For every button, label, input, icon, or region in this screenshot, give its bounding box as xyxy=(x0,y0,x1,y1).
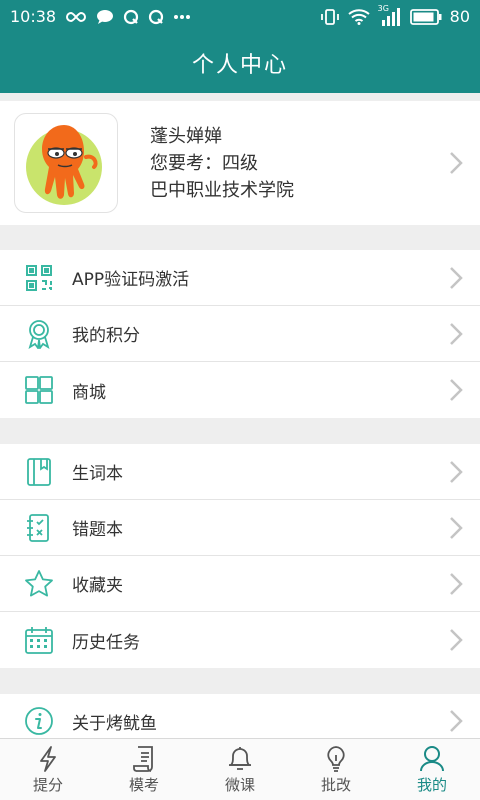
user-name: 蓬头婵婵 xyxy=(150,125,222,147)
school-name: 巴中职业技术学院 xyxy=(150,179,294,201)
menu-item-about[interactable]: 关于烤鱿鱼 xyxy=(0,694,480,738)
notebook-icon xyxy=(24,457,54,487)
qr-code-icon xyxy=(24,263,54,293)
status-time: 10:38 xyxy=(10,7,57,26)
status-bar: 10:38 3G 80 xyxy=(0,0,480,33)
chevron-right-icon xyxy=(446,266,466,290)
menu-item-label: 我的积分 xyxy=(72,326,140,346)
chevron-right-icon xyxy=(446,460,466,484)
profile-card[interactable]: 蓬头婵婵 您要考：四级 巴中职业技术学院 xyxy=(0,101,480,225)
lightning-icon xyxy=(36,744,60,774)
menu-item-store[interactable]: 商城 xyxy=(0,362,480,418)
menu-item-vocabulary-book[interactable]: 生词本 xyxy=(0,444,480,500)
q-app-icon xyxy=(148,9,164,25)
infinity-icon xyxy=(65,11,87,23)
tab-correction[interactable]: 批改 xyxy=(288,739,384,800)
calendar-icon xyxy=(24,625,54,655)
chevron-right-icon xyxy=(446,378,466,402)
wifi-icon xyxy=(348,8,370,25)
bell-icon xyxy=(227,744,253,774)
q-app-icon xyxy=(123,9,139,25)
tab-micro-lesson[interactable]: 微课 xyxy=(192,739,288,800)
menu-item-label: APP验证码激活 xyxy=(72,270,190,290)
menu-item-app-activation[interactable]: APP验证码激活 xyxy=(0,250,480,306)
grid-icon xyxy=(24,375,54,405)
error-book-icon xyxy=(24,513,54,543)
battery-icon xyxy=(409,8,442,25)
tab-label: 微课 xyxy=(224,776,255,794)
lightbulb-icon xyxy=(325,744,347,774)
menu-group-study: 生词本 错题本 收藏夹 历史任务 xyxy=(0,444,480,668)
scroll-icon xyxy=(132,744,156,774)
tab-mock-exam[interactable]: 模考 xyxy=(96,739,192,800)
award-ribbon-icon xyxy=(24,319,54,349)
tab-mine[interactable]: 我的 xyxy=(384,739,480,800)
title-bar: 个人中心 xyxy=(0,33,480,93)
tab-label: 批改 xyxy=(320,776,351,794)
page-title: 个人中心 xyxy=(191,53,288,78)
network-type-label: 3G xyxy=(377,3,389,13)
menu-item-error-book[interactable]: 错题本 xyxy=(0,500,480,556)
menu-group-about: 关于烤鱿鱼 xyxy=(0,694,480,738)
squid-mascot-icon xyxy=(26,125,102,205)
menu-item-label: 商城 xyxy=(72,382,106,403)
menu-item-label: 历史任务 xyxy=(72,632,140,653)
info-icon xyxy=(24,706,54,736)
chevron-right-icon xyxy=(446,572,466,596)
menu-group-account: APP验证码激活 我的积分 商城 xyxy=(0,250,480,418)
person-icon xyxy=(419,744,445,774)
tab-label: 我的 xyxy=(416,776,447,794)
chat-bubble-icon xyxy=(96,9,114,25)
signal-icon: 3G xyxy=(378,4,402,26)
tab-label: 模考 xyxy=(128,776,159,794)
bottom-tab-bar: 提分 模考 微课 批改 我的 xyxy=(0,738,480,800)
menu-item-label: 错题本 xyxy=(72,520,123,540)
chevron-right-icon xyxy=(446,516,466,540)
menu-item-my-points[interactable]: 我的积分 xyxy=(0,306,480,362)
battery-percent: 80 xyxy=(449,7,470,26)
avatar xyxy=(14,113,118,213)
profile-info: 蓬头婵婵 您要考：四级 巴中职业技术学院 xyxy=(150,123,294,204)
menu-item-task-history[interactable]: 历史任务 xyxy=(0,612,480,668)
chevron-right-icon xyxy=(446,628,466,652)
menu-item-label: 关于烤鱿鱼 xyxy=(72,713,157,734)
menu-item-label: 生词本 xyxy=(72,464,123,484)
chevron-right-icon xyxy=(446,322,466,346)
chevron-right-icon xyxy=(446,709,466,733)
exam-target: 您要考：四级 xyxy=(150,152,258,174)
menu-item-label: 收藏夹 xyxy=(72,576,123,596)
menu-item-favorites[interactable]: 收藏夹 xyxy=(0,556,480,612)
more-dots-icon xyxy=(173,14,191,20)
chevron-right-icon xyxy=(446,151,466,175)
tab-improve[interactable]: 提分 xyxy=(0,739,96,800)
tab-label: 提分 xyxy=(32,776,63,794)
vibrate-icon xyxy=(320,8,340,26)
star-icon xyxy=(24,569,54,599)
